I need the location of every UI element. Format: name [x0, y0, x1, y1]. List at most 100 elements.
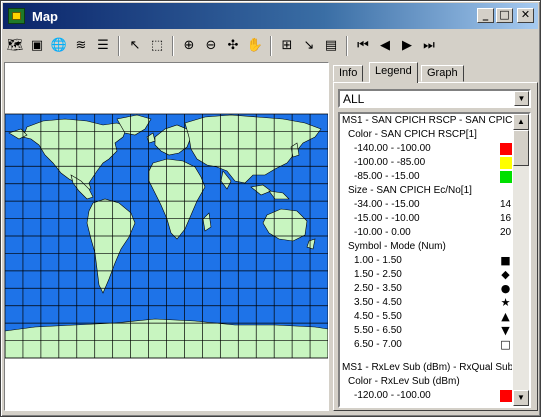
scroll-down-button[interactable]: ▼ [513, 390, 529, 406]
legend-label: MS1 - RxLev Sub (dBm) - RxQual Sub [342, 362, 512, 373]
close-button[interactable]: ✕ [517, 8, 534, 23]
legend-panel: ALL ▼ MS1 - SAN CPICH RSCP - SAN CPIC Col… [333, 82, 538, 411]
previous-icon[interactable]: ◀ [374, 35, 396, 57]
size-value: 16 [500, 213, 512, 224]
legend-label: Symbol - Mode (Num) [348, 241, 446, 252]
next-icon[interactable]: ▶ [396, 35, 418, 57]
tab-graph[interactable]: Graph [421, 65, 464, 82]
toolbar-separator [270, 35, 272, 56]
legend-item[interactable]: 4.50 - 5.50 ▲ [340, 310, 512, 324]
minimize-button[interactable]: _ [477, 8, 494, 23]
star-symbol-icon: ★ [500, 296, 511, 309]
title-bar[interactable]: Map _ □ ✕ [3, 3, 538, 29]
legend-label: Color - RxLev Sub (dBm) [348, 376, 460, 387]
legend-item[interactable]: 2.50 - 3.50 ● [340, 282, 512, 296]
size-value: 20 [500, 227, 512, 238]
toolbar-separator [346, 35, 348, 56]
image-icon[interactable]: ▣ [26, 35, 48, 57]
legend-label: -140.00 - -100.00 [354, 143, 431, 154]
tab-info[interactable]: Info [333, 65, 364, 82]
globe-icon[interactable]: 🌐 [48, 35, 70, 57]
legend-label: -85.00 - -15.00 [354, 171, 420, 182]
legend-item[interactable]: 3.50 - 4.50 ★ [340, 296, 512, 310]
legend-item[interactable]: -10.00 - 0.00 20 [340, 226, 512, 240]
zoom-in-icon[interactable]: ⊕ [178, 35, 200, 57]
pan-hand-icon[interactable]: ✋ [244, 35, 266, 57]
legend-scrollbar[interactable]: ▲ ▼ [512, 114, 529, 406]
layer-filter-select[interactable]: ALL ▼ [338, 89, 531, 108]
legend-item[interactable]: -85.00 - -15.00 [340, 170, 512, 184]
legend-label: Size - SAN CPICH Ec/No[1] [348, 185, 472, 196]
legend-label: 4.50 - 5.50 [354, 311, 402, 322]
legend-label: Color - SAN CPICH RSCP[1] [348, 129, 477, 140]
legend-label: 1.50 - 2.50 [354, 269, 402, 280]
legend-item[interactable]: 5.50 - 6.50 ▼ [340, 324, 512, 338]
size-value: 14 [500, 199, 512, 210]
scroll-up-button[interactable]: ▲ [513, 114, 529, 130]
legend-theme-heading[interactable]: Color - SAN CPICH RSCP[1] [340, 128, 512, 142]
legend-label: -100.00 - -85.00 [354, 157, 426, 168]
window-title: Map [32, 8, 58, 24]
add-layer-icon[interactable]: 🗺 [4, 35, 26, 57]
list-icon[interactable]: ☰ [92, 35, 114, 57]
legend-label: 6.50 - 7.00 [354, 339, 402, 350]
legend-item[interactable]: 1.00 - 1.50 ■ [340, 254, 512, 268]
diamond-symbol-icon: ◆ [501, 268, 510, 281]
map-app-icon [8, 8, 25, 24]
map-toolbar: 🗺 ▣ 🌐 ≋ ☰ ↖ ⬚ ⊕ ⊖ ✣ ✋ ⊞ ↘ ▤ ⏮ ◀ ▶ ⏭ [4, 32, 537, 59]
layers-icon[interactable]: ≋ [70, 35, 92, 57]
triangle-up-symbol-icon: ▲ [501, 310, 510, 323]
legend-item[interactable]: -15.00 - -10.00 16 [340, 212, 512, 226]
legend-item[interactable]: 6.50 - 7.00 □ [340, 338, 512, 352]
legend-theme-heading[interactable]: Color - RxLev Sub (dBm) [340, 375, 512, 389]
zoom-extent-icon[interactable]: ✣ [222, 35, 244, 57]
point-info-icon[interactable]: ↘ [298, 35, 320, 57]
legend-label: 5.50 - 6.50 [354, 325, 402, 336]
triangle-down-symbol-icon: ▼ [501, 324, 510, 337]
legend-theme-heading[interactable]: Size - SAN CPICH Ec/No[1] [340, 184, 512, 198]
chevron-down-icon[interactable]: ▼ [514, 91, 529, 106]
layer-filter-value: ALL [343, 92, 365, 106]
legend-item[interactable]: -140.00 - -100.00 [340, 142, 512, 156]
legend-item[interactable]: -100.00 - -85.00 [340, 156, 512, 170]
scroll-thumb[interactable] [513, 130, 529, 166]
legend-layer-heading[interactable]: MS1 - RxLev Sub (dBm) - RxQual Sub [340, 361, 512, 375]
legend-item[interactable]: 1.50 - 2.50 ◆ [340, 268, 512, 282]
legend-label: -120.00 - -100.00 [354, 390, 431, 401]
legend-label: -34.00 - -15.00 [354, 199, 420, 210]
report-icon[interactable]: ▤ [320, 35, 342, 57]
maximize-button[interactable]: □ [496, 8, 513, 23]
legend-label: 3.50 - 4.50 [354, 297, 402, 308]
toolbar-separator [172, 35, 174, 56]
zoom-out-icon[interactable]: ⊖ [200, 35, 222, 57]
legend-label: 2.50 - 3.50 [354, 283, 402, 294]
legend-theme-heading[interactable]: Symbol - Mode (Num) [340, 240, 512, 254]
legend-label: MS1 - SAN CPICH RSCP - SAN CPIC [342, 115, 512, 126]
legend-entries: MS1 - SAN CPICH RSCP - SAN CPIC Color - S… [340, 114, 512, 406]
toolbar-separator [118, 35, 120, 56]
world-map[interactable] [5, 63, 328, 410]
color-swatch [500, 390, 512, 402]
legend-label: -15.00 - -10.00 [354, 213, 420, 224]
select-arrow-icon[interactable]: ↖ [124, 35, 146, 57]
color-swatch [500, 171, 512, 183]
map-window: Map _ □ ✕ 🗺 ▣ 🌐 ≋ ☰ ↖ ⬚ ⊕ ⊖ ✣ ✋ ⊞ ↘ ▤ ⏮ ◀ ▶ ⏭ [0, 0, 541, 417]
color-swatch [500, 143, 512, 155]
circle-symbol-icon: ● [500, 282, 511, 295]
side-panel: Info Legend Graph ALL ▼ MS1 - SAN CPICH … [333, 62, 538, 411]
legend-item[interactable]: -120.00 - -100.00 [340, 389, 512, 403]
square-symbol-icon: ■ [500, 254, 511, 267]
color-swatch [500, 157, 512, 169]
legend-label: 1.00 - 1.50 [354, 255, 402, 266]
select-region-icon[interactable]: ⬚ [146, 35, 168, 57]
legend-label: -10.00 - 0.00 [354, 227, 411, 238]
tab-legend[interactable]: Legend [369, 62, 418, 83]
legend-item[interactable]: -34.00 - -15.00 14 [340, 198, 512, 212]
ruler-icon[interactable]: ⊞ [276, 35, 298, 57]
legend-spacer [340, 352, 512, 361]
legend-list[interactable]: MS1 - SAN CPICH RSCP - SAN CPIC Color - S… [338, 112, 531, 408]
legend-layer-heading[interactable]: MS1 - SAN CPICH RSCP - SAN CPIC [340, 114, 512, 128]
map-view[interactable] [4, 62, 329, 411]
first-icon[interactable]: ⏮ [352, 35, 374, 57]
last-icon[interactable]: ⏭ [418, 35, 440, 57]
